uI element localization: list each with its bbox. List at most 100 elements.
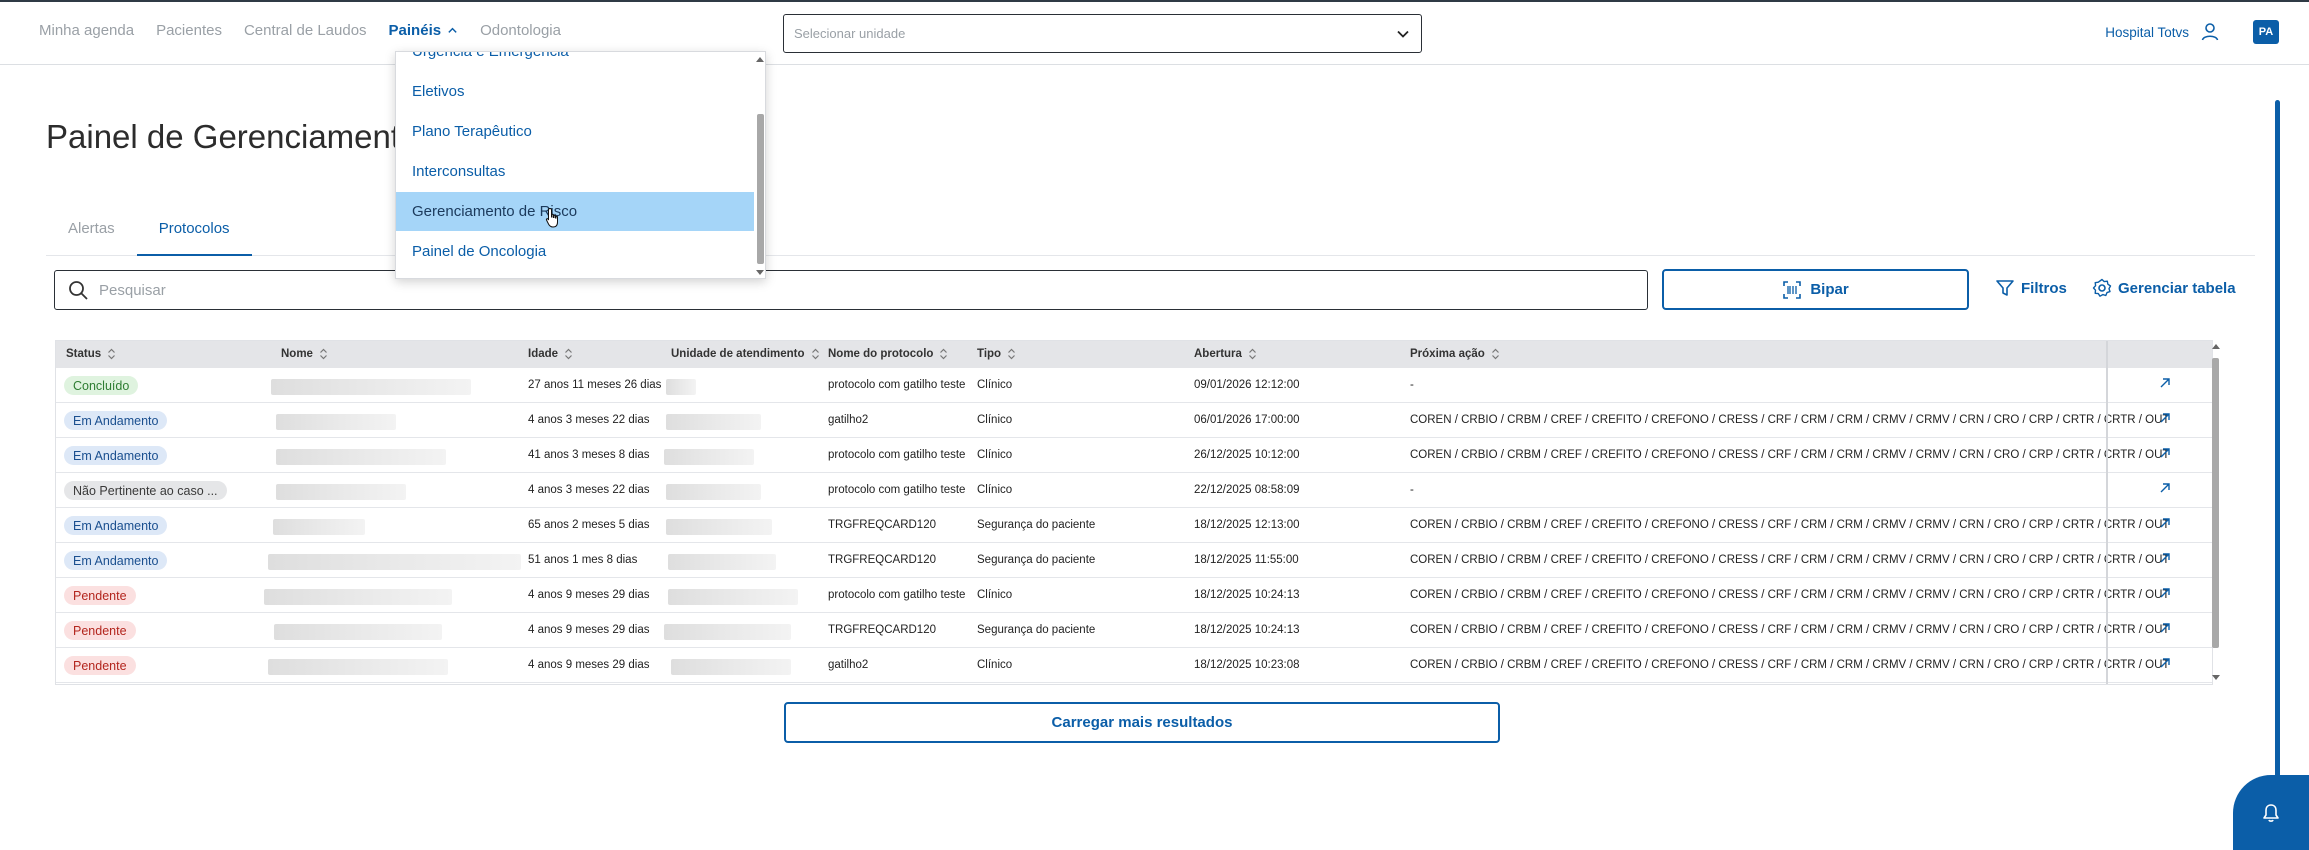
tab-protocolos[interactable]: Protocolos <box>136 218 252 256</box>
menu-item-plano-terapeutico[interactable]: Plano Terapêutico <box>396 112 754 151</box>
nav-item-pacientes[interactable]: Pacientes <box>156 22 222 39</box>
table-row[interactable]: Pendente 4 anos 9 meses 29 dias TRGFREQC… <box>56 613 2212 648</box>
redacted-unit <box>666 414 761 430</box>
scroll-up-arrow-icon[interactable] <box>755 55 765 63</box>
open-external-icon[interactable] <box>2158 586 2172 600</box>
table-row[interactable]: Concluído 27 anos 11 meses 26 dias proto… <box>56 368 2212 403</box>
unit-select[interactable]: Selecionar unidade <box>783 14 1422 53</box>
chevron-up-icon <box>448 27 457 33</box>
status-badge: Em Andamento <box>64 551 168 570</box>
gear-icon <box>2092 278 2112 297</box>
open-external-icon[interactable] <box>2158 621 2172 635</box>
notifications-button[interactable] <box>2233 775 2309 850</box>
abertura-cell: 26/12/2025 10:12:00 <box>1194 449 1300 461</box>
sticky-column-divider <box>2106 341 2108 684</box>
bipar-button[interactable]: Bipar <box>1662 269 1969 310</box>
table-scrollbar-thumb[interactable] <box>2212 358 2219 648</box>
open-external-icon[interactable] <box>2158 376 2172 390</box>
proxima-acao-cell: COREN / CRBIO / CRBM / CREF / CREFITO / … <box>1410 449 2170 461</box>
column-header-protocolo[interactable]: Nome do protocolo <box>828 348 948 360</box>
table-row[interactable]: Pendente 4 anos 9 meses 29 dias gatilho2… <box>56 648 2212 683</box>
protocolo-cell: protocolo com gatilho teste <box>828 449 966 461</box>
redacted-unit <box>666 519 772 535</box>
column-header-tipo[interactable]: Tipo <box>977 348 1016 360</box>
nav-item-odontologia[interactable]: Odontologia <box>480 22 561 39</box>
avatar[interactable]: PA <box>2253 20 2279 44</box>
table-row[interactable]: Não Pertinente ao caso ... 4 anos 3 mese… <box>56 473 2212 508</box>
column-header-idade[interactable]: Idade <box>528 348 573 360</box>
filtros-button[interactable]: Filtros <box>1995 278 2067 298</box>
column-header-status[interactable]: Status <box>66 348 116 360</box>
open-external-icon[interactable] <box>2158 481 2172 495</box>
column-header-nome[interactable]: Nome <box>281 348 328 360</box>
scroll-down-arrow-icon[interactable] <box>2211 674 2221 682</box>
open-external-icon[interactable] <box>2158 411 2172 425</box>
open-external-icon[interactable] <box>2158 516 2172 530</box>
redacted-unit <box>664 624 791 640</box>
table-row[interactable]: Em Andamento 41 anos 3 meses 8 dias prot… <box>56 438 2212 473</box>
table-row[interactable]: Em Andamento 51 anos 1 mes 8 dias TRGFRE… <box>56 543 2212 578</box>
column-header-proxima-acao[interactable]: Próxima ação <box>1410 348 1500 360</box>
column-header-abertura[interactable]: Abertura <box>1194 348 1257 360</box>
status-badge: Pendente <box>64 621 136 640</box>
protocolo-cell: TRGFREQCARD120 <box>828 624 936 636</box>
hospital-name[interactable]: Hospital Totvs <box>2105 25 2189 40</box>
top-navigation-bar: Minha agenda Pacientes Central de Laudos… <box>0 0 2309 65</box>
dropdown-scrollbar[interactable] <box>754 52 765 278</box>
redacted-name <box>276 484 406 500</box>
abertura-cell: 09/01/2026 12:12:00 <box>1194 379 1300 391</box>
protocols-table: Status Nome Idade Unidade de atendimento… <box>55 340 2213 685</box>
redacted-name <box>264 589 452 605</box>
nav-item-paineis[interactable]: Painéis <box>389 22 459 39</box>
abertura-cell: 18/12/2025 10:24:13 <box>1194 624 1300 636</box>
status-badge: Pendente <box>64 586 136 605</box>
open-external-icon[interactable] <box>2158 446 2172 460</box>
menu-item-interconsultas[interactable]: Interconsultas <box>396 152 754 191</box>
dropdown-scrollbar-thumb[interactable] <box>757 114 764 264</box>
nav-item-minha-agenda[interactable]: Minha agenda <box>39 22 134 39</box>
nav-item-central-de-laudos[interactable]: Central de Laudos <box>244 22 367 39</box>
sort-icon <box>1008 348 1015 360</box>
load-more-label: Carregar mais resultados <box>1051 714 1233 731</box>
protocolo-cell: protocolo com gatilho teste <box>828 484 966 496</box>
proxima-acao-cell: COREN / CRBIO / CRBM / CREF / CREFITO / … <box>1410 659 2170 671</box>
idade-cell: 27 anos 11 meses 26 dias <box>528 379 662 391</box>
tipo-cell: Clínico <box>977 659 1013 671</box>
tabs: Alertas Protocolos <box>46 218 2255 256</box>
main-nav: Minha agenda Pacientes Central de Laudos… <box>39 22 561 39</box>
sort-icon <box>1249 348 1256 360</box>
idade-cell: 4 anos 9 meses 29 dias <box>528 624 650 636</box>
redacted-unit <box>666 379 696 395</box>
menu-item-eletivos[interactable]: Eletivos <box>396 72 754 111</box>
menu-item-urgencia-emergencia[interactable]: Urgência e Emergência <box>396 52 754 71</box>
menu-item-gerenciamento-de-risco[interactable]: Gerenciamento de Risco <box>396 192 754 231</box>
table-row[interactable]: Pendente 4 anos 9 meses 29 dias protocol… <box>56 578 2212 613</box>
search-icon <box>69 281 88 300</box>
tipo-cell: Clínico <box>977 414 1013 426</box>
tipo-cell: Segurança do paciente <box>977 519 1096 531</box>
tipo-cell: Segurança do paciente <box>977 624 1096 636</box>
open-external-icon[interactable] <box>2158 656 2172 670</box>
proxima-acao-cell: COREN / CRBIO / CRBM / CREF / CREFITO / … <box>1410 519 2170 531</box>
gerenciar-tabela-button[interactable]: Gerenciar tabela <box>2092 278 2236 298</box>
redacted-unit <box>671 659 791 675</box>
page-scrollbar[interactable] <box>2275 100 2280 850</box>
scroll-down-arrow-icon[interactable] <box>755 269 765 277</box>
tab-alertas[interactable]: Alertas <box>46 218 137 256</box>
open-external-icon[interactable] <box>2158 551 2172 565</box>
user-icon[interactable] <box>2199 21 2221 43</box>
menu-item-painel-de-oncologia[interactable]: Painel de Oncologia <box>396 232 754 271</box>
proxima-acao-cell: COREN / CRBIO / CRBM / CREF / CREFITO / … <box>1410 624 2170 636</box>
table-row[interactable]: Em Andamento 4 anos 3 meses 22 dias gati… <box>56 403 2212 438</box>
status-badge: Não Pertinente ao caso ... <box>64 481 227 500</box>
load-more-button[interactable]: Carregar mais resultados <box>784 702 1500 743</box>
sort-icon <box>811 348 819 360</box>
scroll-up-arrow-icon[interactable] <box>2211 342 2221 350</box>
table-row[interactable]: Em Andamento 65 anos 2 meses 5 dias TRGF… <box>56 508 2212 543</box>
header-right: Hospital Totvs PA <box>2105 20 2279 44</box>
search-input[interactable] <box>99 281 1635 299</box>
column-header-unidade[interactable]: Unidade de atendimento <box>671 348 820 360</box>
table-scrollbar[interactable] <box>2209 340 2223 685</box>
status-badge: Em Andamento <box>64 446 168 465</box>
sort-icon <box>565 348 572 360</box>
